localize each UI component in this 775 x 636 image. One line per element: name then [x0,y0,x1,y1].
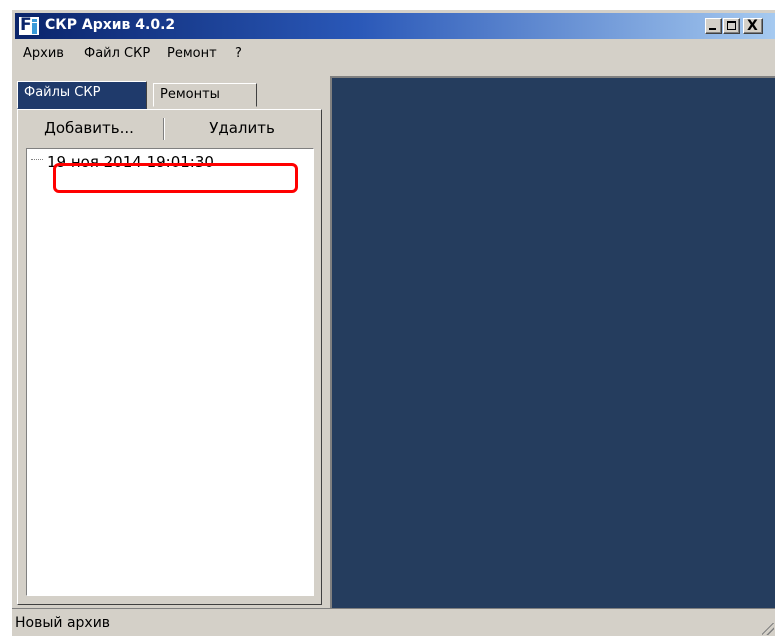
tree-connector [31,159,43,160]
maximize-button[interactable] [723,18,740,34]
tab-skr-files[interactable]: Файлы СКР [17,81,147,109]
close-icon: X [747,18,758,34]
workspace-panel [330,76,775,608]
files-tree[interactable]: 19 ноя 2014 19:01:30 [26,148,314,596]
app-window: F СКР Архив 4.0.2 X Архив Файл СКР Ремон… [11,9,775,636]
menu-archive[interactable]: Архив [23,46,64,61]
menu-bar: Архив Файл СКР Ремонт ? [15,42,775,64]
left-panel: Файлы СКР Ремонты Добавить... Удалить 19… [17,81,322,605]
close-button[interactable]: X [743,18,763,34]
minimize-button[interactable] [705,18,722,34]
maximize-icon [727,21,736,30]
toolbar-divider [163,118,165,140]
tree-item[interactable]: 19 ноя 2014 19:01:30 [47,153,214,171]
menu-repair[interactable]: Ремонт [167,46,217,61]
delete-button[interactable]: Удалить [168,115,316,144]
window-title: СКР Архив 4.0.2 [45,17,176,33]
menu-skr-file[interactable]: Файл СКР [84,46,150,61]
status-bar: Новый архив [12,608,775,636]
tab-repairs[interactable]: Ремонты [153,83,257,107]
minimize-icon [709,28,716,30]
toolbar: Добавить... Удалить [20,112,320,146]
add-button[interactable]: Добавить... [22,115,156,144]
status-text: Новый архив [15,615,111,631]
title-bar[interactable]: F СКР Архив 4.0.2 X [15,13,775,39]
tab-content: Добавить... Удалить 19 ноя 2014 19:01:30 [17,109,322,605]
resize-grip-icon[interactable] [762,623,774,635]
menu-help[interactable]: ? [235,46,242,61]
app-logo-icon: F [18,15,40,36]
